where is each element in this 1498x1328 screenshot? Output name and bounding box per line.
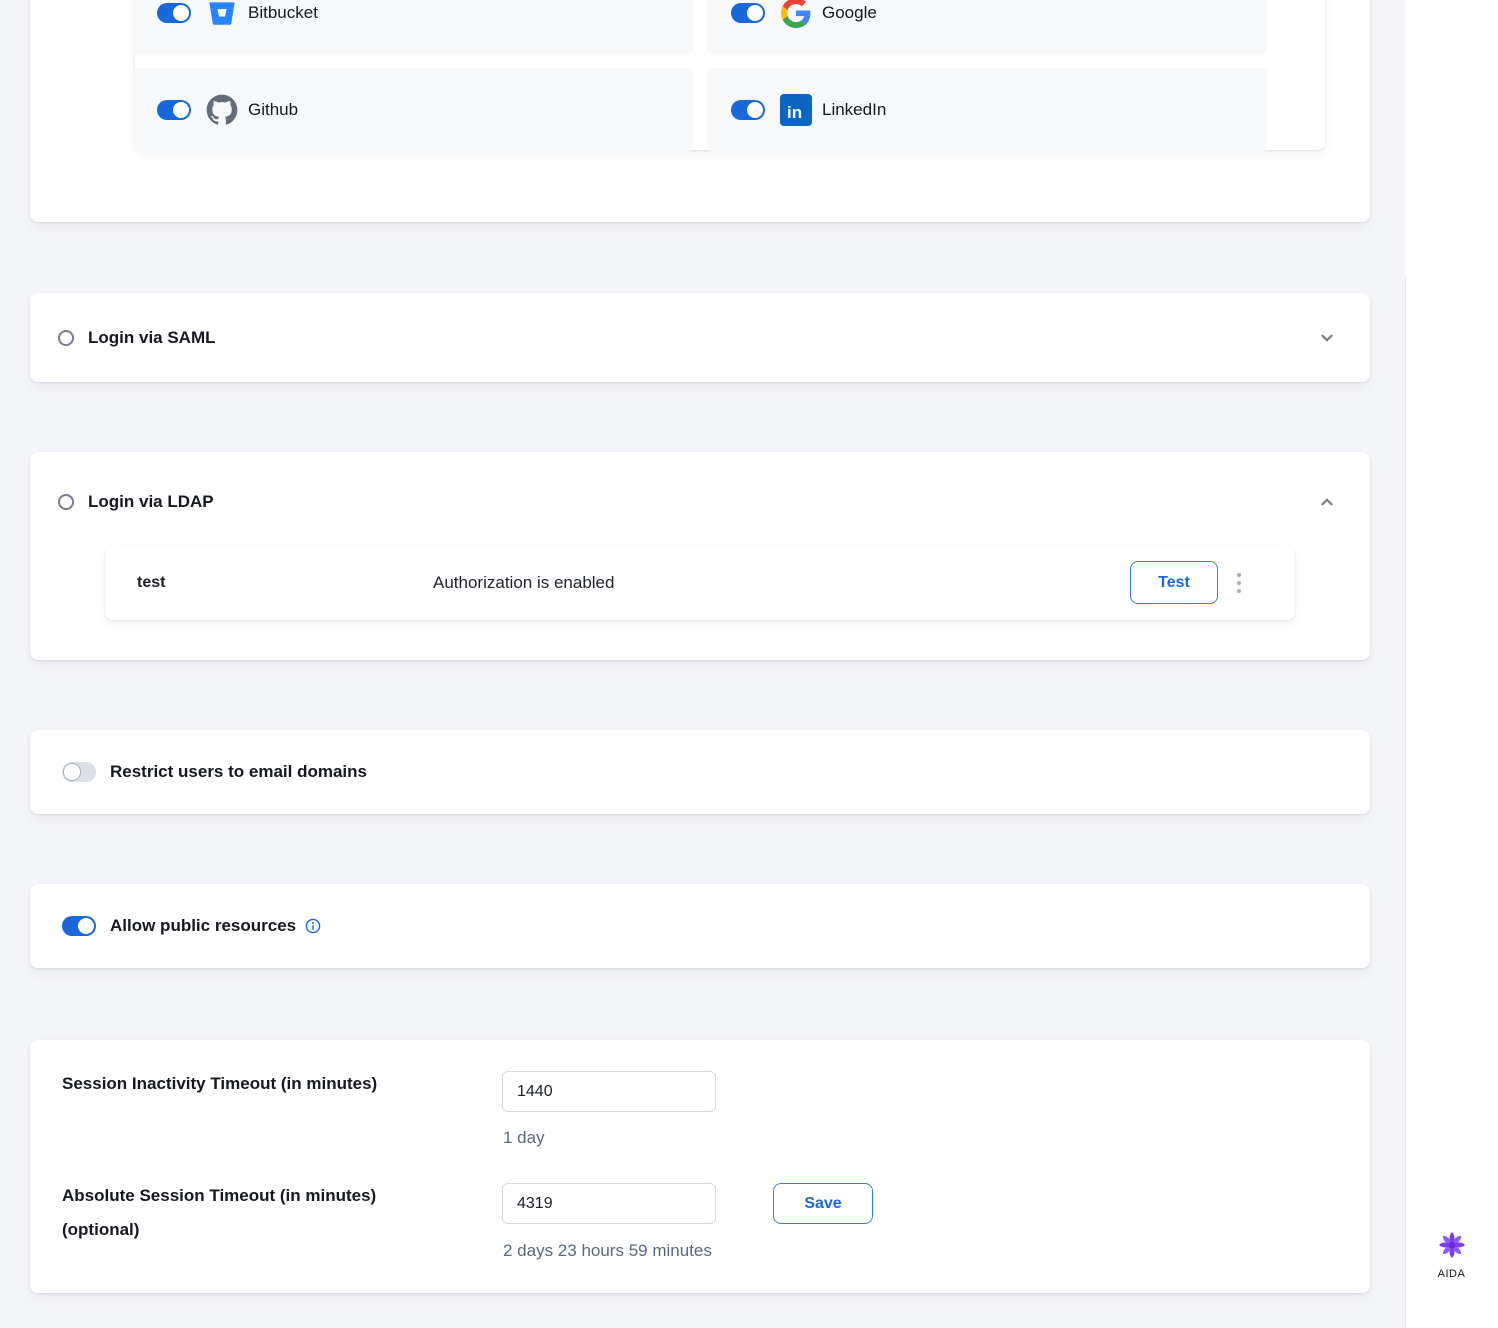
chevron-down-icon[interactable]	[1318, 329, 1336, 347]
right-rail	[1405, 0, 1498, 1328]
ldap-connection-row: test Authorization is enabled Test	[105, 545, 1295, 620]
provider-row-bitbucket: Bitbucket	[133, 0, 693, 55]
github-toggle[interactable]	[157, 100, 191, 120]
ldap-radio[interactable]	[58, 494, 74, 510]
ldap-connection-status: Authorization is enabled	[433, 573, 614, 593]
provider-label: Github	[248, 100, 298, 120]
absolute-timeout-label-line2: (optional)	[62, 1218, 462, 1242]
brand-name: AIDA	[1405, 1268, 1498, 1280]
saml-radio[interactable]	[58, 330, 74, 346]
info-icon[interactable]	[305, 918, 321, 934]
restrict-domains-toggle[interactable]	[62, 762, 96, 782]
provider-row-github: Github	[133, 68, 693, 152]
provider-label: LinkedIn	[822, 100, 886, 120]
settings-page: AIDA Bitbucket Google	[0, 0, 1498, 1328]
public-resources-toggle[interactable]	[62, 916, 96, 936]
provider-row-google: Google	[707, 0, 1267, 55]
rail-divider	[1405, 277, 1406, 1328]
provider-label: Bitbucket	[248, 3, 318, 23]
provider-label: Google	[822, 3, 877, 23]
public-resources-section: Allow public resources	[30, 884, 1370, 968]
absolute-timeout-label: Absolute Session Timeout (in minutes) (o…	[62, 1184, 462, 1242]
chevron-up-icon[interactable]	[1318, 493, 1336, 511]
google-toggle[interactable]	[731, 3, 765, 23]
ldap-header: Login via LDAP	[58, 488, 1336, 516]
ldap-title: Login via LDAP	[88, 492, 214, 512]
bitbucket-toggle[interactable]	[157, 3, 191, 23]
absolute-timeout-input[interactable]	[502, 1183, 716, 1224]
public-resources-label: Allow public resources	[110, 916, 296, 936]
restrict-domains-section: Restrict users to email domains	[30, 730, 1370, 814]
test-button[interactable]: Test	[1130, 561, 1218, 604]
github-icon	[206, 94, 238, 126]
aida-logo-icon	[1437, 1230, 1467, 1265]
inactivity-timeout-helper: 1 day	[503, 1128, 545, 1148]
session-timeout-section: Session Inactivity Timeout (in minutes) …	[30, 1040, 1370, 1293]
saml-title: Login via SAML	[88, 328, 216, 348]
absolute-timeout-helper: 2 days 23 hours 59 minutes	[503, 1241, 712, 1261]
save-button[interactable]: Save	[773, 1183, 873, 1224]
inactivity-timeout-label: Session Inactivity Timeout (in minutes)	[62, 1072, 462, 1096]
bitbucket-icon	[206, 0, 238, 29]
brand-block: AIDA	[1405, 1230, 1498, 1280]
ldap-connection-name: test	[137, 574, 165, 592]
linkedin-icon: in	[780, 94, 812, 126]
google-icon	[780, 0, 812, 29]
saml-section: Login via SAML	[30, 293, 1370, 382]
inactivity-timeout-input[interactable]	[502, 1071, 716, 1112]
kebab-menu-icon[interactable]	[1233, 569, 1245, 597]
svg-text:in: in	[787, 103, 802, 122]
linkedin-toggle[interactable]	[731, 100, 765, 120]
absolute-timeout-label-line1: Absolute Session Timeout (in minutes)	[62, 1184, 462, 1208]
provider-row-linkedin: in LinkedIn	[707, 68, 1267, 152]
restrict-domains-label: Restrict users to email domains	[110, 762, 367, 782]
